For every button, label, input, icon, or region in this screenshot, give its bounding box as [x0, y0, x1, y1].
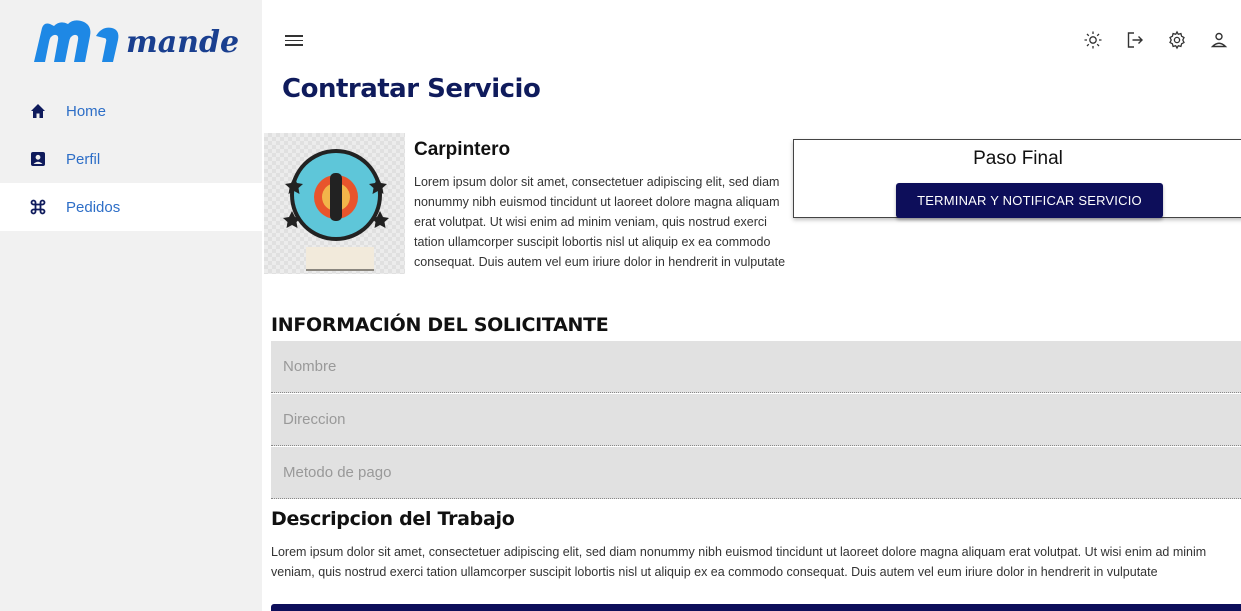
settings-icon[interactable]	[1167, 30, 1187, 50]
service-image	[264, 133, 405, 274]
final-step-card: Paso Final TERMINAR Y NOTIFICAR SERVICIO	[793, 139, 1241, 218]
account-icon[interactable]	[1209, 30, 1229, 50]
account-box-icon	[30, 151, 46, 167]
menu-icon[interactable]	[285, 32, 303, 48]
mande-logo[interactable]: mande	[30, 18, 240, 68]
sidebar-nav: Home Perfil Pedidos	[0, 87, 262, 231]
logout-icon[interactable]	[1125, 30, 1145, 50]
logo-text: mande	[126, 25, 239, 60]
sidebar-item-pedidos[interactable]: Pedidos	[0, 183, 262, 231]
toolbar-icons	[1083, 30, 1229, 50]
sidebar-item-home[interactable]: Home	[0, 87, 262, 135]
service-description: Lorem ipsum dolor sit amet, consectetuer…	[414, 175, 786, 269]
sidebar-item-label: Pedidos	[66, 198, 121, 216]
direccion-field-container	[271, 394, 1241, 446]
finish-notify-service-button[interactable]: TERMINAR Y NOTIFICAR SERVICIO	[896, 183, 1163, 218]
pet-services-logo-icon	[283, 149, 389, 271]
nombre-field-container	[271, 341, 1241, 393]
sidebar-item-perfil[interactable]: Perfil	[0, 135, 262, 183]
sidebar-item-label: Perfil	[66, 150, 101, 168]
metodo-pago-field-container	[271, 447, 1241, 499]
job-description-title: Descripcion del Trabajo	[271, 508, 515, 530]
command-icon	[30, 199, 46, 215]
nombre-input[interactable]	[271, 341, 1241, 392]
service-title: Carpintero	[414, 139, 511, 160]
logo-mark-icon: mande	[34, 20, 239, 62]
job-description-text: Lorem ipsum dolor sit amet, consectetuer…	[271, 545, 1207, 579]
sidebar-item-label: Home	[66, 102, 107, 120]
applicant-section-title: INFORMACIÓN DEL SOLICITANTE	[271, 314, 609, 336]
home-icon	[30, 103, 46, 119]
bottom-action-bar[interactable]	[271, 604, 1241, 611]
page-title: Contratar Servicio	[282, 74, 541, 104]
direccion-input[interactable]	[271, 394, 1241, 445]
final-step-title: Paso Final	[973, 148, 1063, 169]
metodo-pago-input[interactable]	[271, 447, 1241, 498]
sidebar: mande Home Perfil Pedidos	[0, 0, 262, 611]
brightness-icon[interactable]	[1083, 30, 1103, 50]
